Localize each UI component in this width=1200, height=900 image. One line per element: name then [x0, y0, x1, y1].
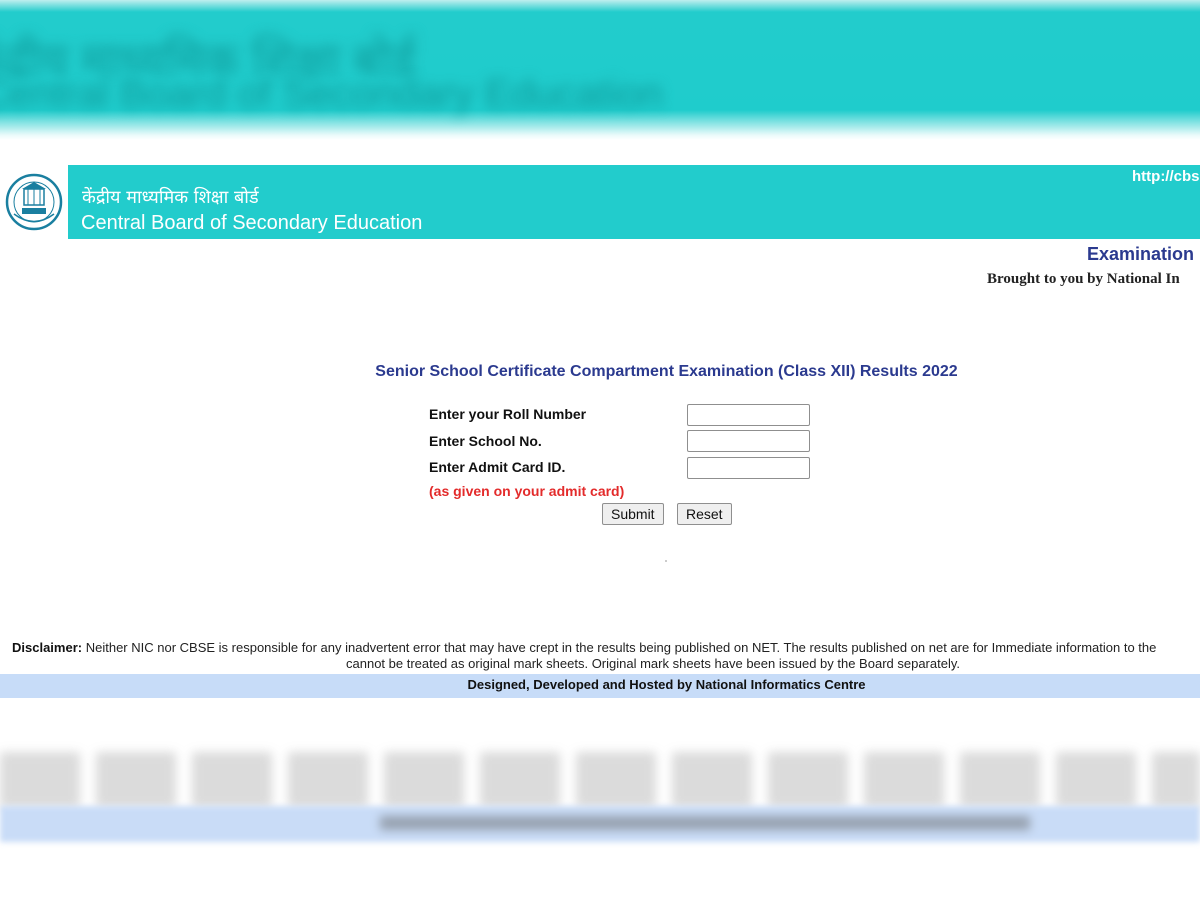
disclaimer-line-2: cannot be treated as original mark sheet…	[346, 656, 960, 671]
blurred-footer-backdrop	[0, 740, 1200, 860]
hindi-board-name: केंद्रीय माध्यमिक शिक्षा बोर्ड	[82, 187, 259, 208]
school-no-label: Enter School No.	[429, 433, 542, 449]
roll-number-input[interactable]	[687, 404, 810, 426]
site-header: केंद्रीय माध्यमिक शिक्षा बोर्ड Central B…	[0, 165, 1200, 239]
admit-card-input[interactable]	[687, 457, 810, 479]
credits-text: Designed, Developed and Hosted by Nation…	[467, 677, 866, 692]
reset-button[interactable]: Reset	[677, 503, 732, 525]
submit-button[interactable]: Submit	[602, 503, 664, 525]
blurred-credits-text	[380, 816, 1030, 830]
examination-heading: Examination	[1087, 244, 1195, 264]
logo-container	[0, 165, 68, 239]
disclaimer-label: Disclaimer:	[12, 640, 83, 655]
credits-bar: Designed, Developed and Hosted by Nation…	[0, 674, 1200, 698]
divider-dot	[665, 560, 667, 562]
blurred-english-text: Central Board of Secondary Education	[0, 72, 663, 116]
admit-card-note: (as given on your admit card)	[429, 483, 625, 499]
english-board-name: Central Board of Secondary Education	[81, 212, 423, 234]
admit-card-label: Enter Admit Card ID.	[429, 459, 566, 475]
roll-number-label: Enter your Roll Number	[429, 406, 587, 422]
brought-by-text: Brought to you by National In	[987, 271, 1180, 287]
school-no-input[interactable]	[687, 430, 810, 452]
site-url[interactable]: http://cbs	[1132, 168, 1200, 185]
cbse-emblem-icon	[5, 173, 63, 231]
blurred-header-backdrop: केंद्रीय माध्यमिक शिक्षा बोर्ड Central B…	[0, 0, 1200, 140]
results-title: Senior School Certificate Compartment Ex…	[375, 363, 958, 380]
disclaimer-text-1: Neither NIC nor CBSE is responsible for …	[85, 640, 1157, 655]
blurred-disclaimer	[0, 752, 1200, 808]
disclaimer-line-1: Disclaimer: Neither NIC nor CBSE is resp…	[12, 640, 1156, 656]
blurred-credits-bar	[0, 806, 1200, 842]
